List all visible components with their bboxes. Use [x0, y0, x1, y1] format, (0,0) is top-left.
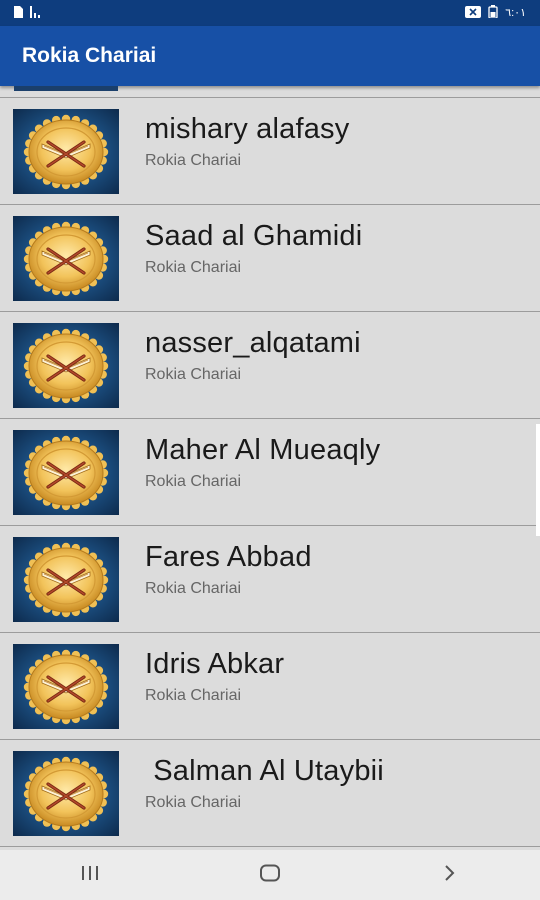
list-item-title: mishary alafasy — [145, 113, 350, 145]
list-item-title: Salman Al Utaybii — [145, 755, 384, 787]
list-item-title: Fares Abbad — [145, 541, 312, 573]
list-item-4[interactable]: Fares Abbad Rokia Chariai — [0, 526, 540, 633]
list-item-title: Maher Al Mueaqly — [145, 434, 381, 466]
home-icon — [259, 864, 281, 887]
navigation-bar — [0, 850, 540, 900]
scrollbar[interactable] — [536, 424, 540, 536]
app-title: Rokia Chariai — [22, 44, 157, 67]
quran-icon — [13, 644, 119, 729]
list-item-subtitle: Rokia Chariai — [145, 580, 242, 597]
list-item-subtitle: Rokia Chariai — [145, 152, 242, 169]
partial-list-item[interactable] — [0, 86, 540, 98]
back-button[interactable] — [420, 855, 480, 895]
recent-apps-button[interactable] — [60, 855, 120, 895]
signal-icon — [30, 5, 44, 21]
partial-thumbnail — [14, 86, 118, 91]
list-item-subtitle: Rokia Chariai — [145, 794, 242, 811]
list-item-0[interactable]: mishary alafasy Rokia Chariai — [0, 98, 540, 205]
list-item-1[interactable]: Saad al Ghamidi Rokia Chariai — [0, 205, 540, 312]
recent-apps-icon — [79, 865, 101, 886]
back-icon — [443, 864, 457, 887]
list-item-subtitle: Rokia Chariai — [145, 687, 242, 704]
list-item-subtitle: Rokia Chariai — [145, 473, 242, 490]
quran-icon — [13, 537, 119, 622]
list-item-2[interactable]: nasser_alqatami Rokia Chariai — [0, 312, 540, 419]
status-left — [14, 5, 44, 21]
status-right: ٦:٠١ — [465, 5, 526, 21]
notification-icon — [465, 5, 482, 21]
quran-icon — [13, 430, 119, 515]
status-time: ٦:٠١ — [505, 6, 526, 19]
quran-icon — [13, 323, 119, 408]
sim-icon — [14, 5, 23, 21]
home-button[interactable] — [240, 855, 300, 895]
list-item-subtitle: Rokia Chariai — [145, 259, 242, 276]
list-item-6[interactable]: Salman Al Utaybii Rokia Chariai — [0, 740, 540, 847]
list-item-subtitle: Rokia Chariai — [145, 366, 242, 383]
status-bar: ٦:٠١ — [0, 0, 540, 26]
quran-icon — [13, 109, 119, 194]
quran-icon — [13, 216, 119, 301]
list-item-3[interactable]: Maher Al Mueaqly Rokia Chariai — [0, 419, 540, 526]
list-item-title: Saad al Ghamidi — [145, 220, 363, 252]
app-bar: Rokia Chariai — [0, 26, 540, 86]
list-item-title: nasser_alqatami — [145, 327, 361, 359]
reciter-list[interactable]: mishary alafasy Rokia Chariai Saad al Gh… — [0, 86, 540, 850]
list-item-title: Idris Abkar — [145, 648, 285, 680]
list-item-5[interactable]: Idris Abkar Rokia Chariai — [0, 633, 540, 740]
quran-icon — [13, 751, 119, 836]
battery-icon — [488, 5, 498, 21]
